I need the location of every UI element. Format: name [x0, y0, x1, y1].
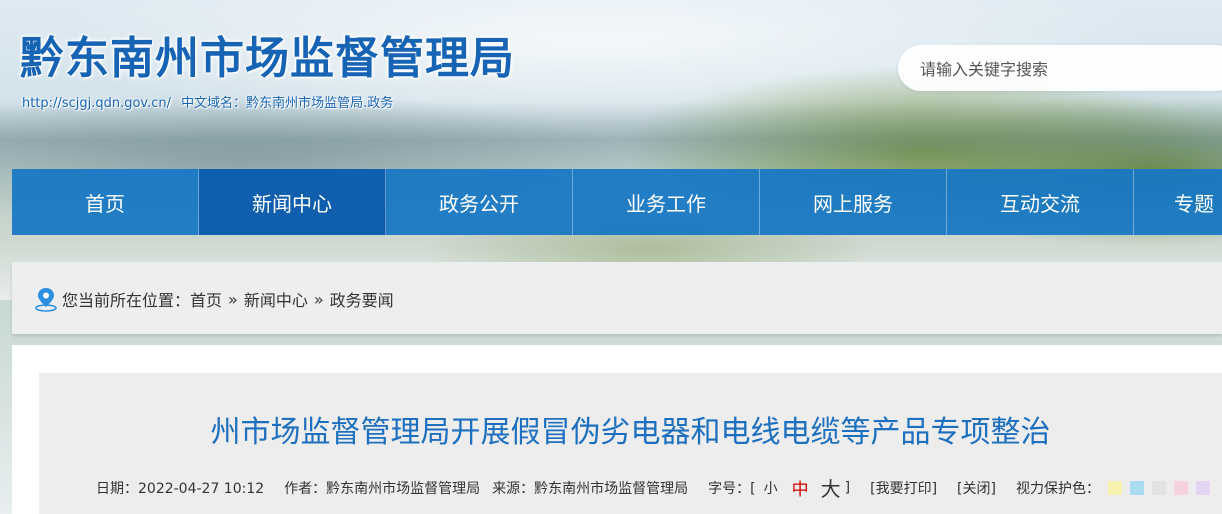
breadcrumb: 您当前所在位置： 首页 » 新闻中心 » 政务要闻 — [34, 286, 394, 312]
article-author: 作者：黔东南州市场监督管理局 — [284, 480, 481, 497]
nav-item-interaction[interactable]: 互动交流 — [947, 169, 1134, 235]
font-size-small-button[interactable]: 小 — [764, 478, 778, 498]
breadcrumb-prefix: 您当前所在位置： — [62, 291, 191, 310]
nav-item-online-services[interactable]: 网上服务 — [760, 169, 947, 235]
article-source: 来源：黔东南州市场监督管理局 — [492, 480, 689, 497]
content-area: 州市场监督管理局开展假冒伪劣电器和电线电缆等产品专项整治 日期：2022-04-… — [12, 345, 1222, 514]
nav-item-special-topics[interactable]: 专题 — [1134, 169, 1222, 235]
site-url[interactable]: http://scjgj.qdn.gov.cn/ — [22, 96, 171, 111]
search-box — [898, 45, 1222, 93]
breadcrumb-news-center[interactable]: 新闻中心 — [244, 287, 308, 311]
article-panel: 州市场监督管理局开展假冒伪劣电器和电线电缆等产品专项整治 日期：2022-04-… — [39, 373, 1222, 514]
breadcrumb-separator: » — [313, 289, 324, 309]
nav-item-home[interactable]: 首页 — [12, 169, 199, 235]
close-button[interactable]: [关闭] — [957, 478, 996, 498]
font-size-close-bracket: ] — [844, 479, 851, 496]
font-size-label: 字号：[ — [708, 480, 756, 497]
font-size-large-button[interactable]: 大 — [821, 473, 841, 502]
breadcrumb-government-news[interactable]: 政务要闻 — [330, 287, 394, 311]
article-meta: 日期：2022-04-27 10:12 作者：黔东南州市场监督管理局 来源：黔东… — [96, 473, 1210, 502]
nav-item-government-affairs[interactable]: 政务公开 — [386, 169, 573, 235]
eye-care-swatch-blue[interactable] — [1129, 480, 1144, 495]
nav-item-news-center[interactable]: 新闻中心 — [199, 169, 386, 235]
font-size-medium-button[interactable]: 中 — [792, 475, 809, 500]
banner-mountain-ridge — [0, 100, 1222, 180]
print-button[interactable]: [我要打印] — [870, 478, 937, 498]
eye-care-swatch-purple[interactable] — [1195, 480, 1210, 495]
article-date: 日期：2022-04-27 10:12 — [96, 480, 265, 497]
eye-care-swatch-pink[interactable] — [1173, 480, 1188, 495]
main-nav: 首页 新闻中心 政务公开 业务工作 网上服务 互动交流 专题 — [12, 169, 1222, 235]
nav-item-business-work[interactable]: 业务工作 — [573, 169, 760, 235]
article-title: 州市场监督管理局开展假冒伪劣电器和电线电缆等产品专项整治 — [210, 415, 1051, 450]
eye-care-swatch-yellow[interactable] — [1107, 480, 1122, 495]
search-input[interactable] — [918, 45, 1222, 93]
site-title: 黔东南州市场监督管理局 — [20, 33, 515, 84]
breadcrumb-bar: 您当前所在位置： 首页 » 新闻中心 » 政务要闻 — [12, 262, 1222, 334]
breadcrumb-separator: » — [228, 289, 238, 309]
location-pin-icon — [35, 288, 57, 312]
eye-care-label: 视力保护色： — [1015, 480, 1100, 497]
eye-care-swatch-gray[interactable] — [1151, 480, 1166, 495]
site-domain-label: 中文域名：黔东南州市场监管局.政务 — [181, 96, 394, 111]
breadcrumb-home[interactable]: 首页 — [190, 287, 222, 311]
site-url-line: http://scjgj.qdn.gov.cn/ 中文域名：黔东南州市场监管局.… — [22, 92, 393, 111]
